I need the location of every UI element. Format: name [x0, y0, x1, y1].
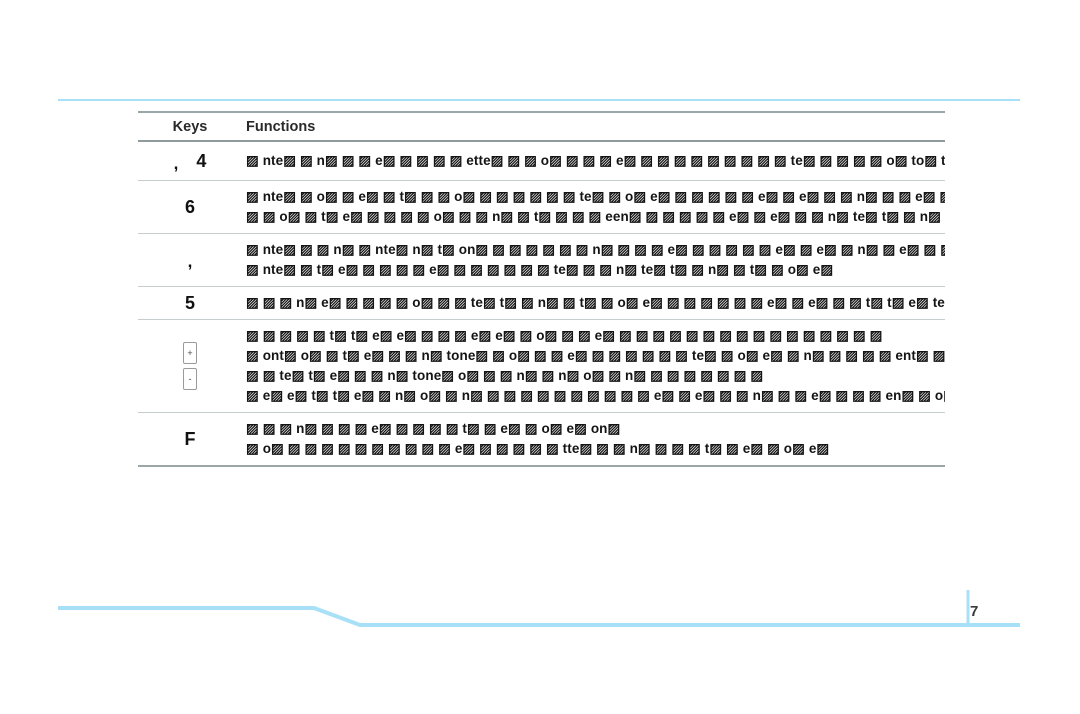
function-line: ▨ ▨ ▨ ▨ ▨ t▨ t▨ e▨ e▨ ▨ ▨ ▨ e▨ e▨ ▨ o▨ ▨… [246, 328, 883, 343]
function-line: ▨ ▨ o▨ ▨ t▨ e▨ ▨ ▨ ▨ ▨ o▨ ▨ ▨ n▨ ▨ t▨ ▨ … [246, 209, 945, 224]
table-header-row: Keys Functions [138, 113, 945, 140]
column-header-functions: Functions [246, 118, 316, 135]
table-row: + - ▨ ▨ ▨ ▨ ▨ t▨ t▨ e▨ e▨ ▨ ▨ ▨ e▨ e▨ ▨ … [138, 320, 945, 412]
key-comma-glyph: , [173, 153, 179, 173]
function-line: ▨ e▨ e▨ t▨ t▨ e▨ ▨ n▨ o▨ ▨ n▨ ▨ ▨ ▨ ▨ ▨ … [246, 388, 945, 403]
function-line: ▨ nte▨ ▨ t▨ e▨ ▨ ▨ ▨ ▨ e▨ ▨ ▨ ▨ ▨ ▨ ▨ te… [246, 262, 834, 277]
volume-keycap-group: + - [138, 342, 242, 390]
key-cell: 6 [138, 197, 242, 218]
function-line: ▨ nte▨ ▨ ▨ n▨ ▨ nte▨ n▨ t▨ on▨ ▨ ▨ ▨ ▨ ▨… [246, 242, 945, 257]
keys-functions-table: Keys Functions , 4 ▨ nte▨ ▨ n▨ ▨ ▨ e▨ ▨ … [138, 111, 945, 467]
function-line: ▨ ▨ ▨ n▨ e▨ ▨ ▨ ▨ ▨ o▨ ▨ ▨ te▨ t▨ ▨ n▨ ▨… [246, 295, 945, 310]
key-label: 4 [196, 150, 207, 171]
function-cell: ▨ ▨ ▨ n▨ e▨ ▨ ▨ ▨ ▨ o▨ ▨ ▨ te▨ t▨ ▨ n▨ ▨… [242, 293, 945, 313]
header-accent-rule [58, 99, 1020, 101]
function-cell: ▨ nte▨ ▨ o▨ ▨ e▨ ▨ t▨ ▨ ▨ o▨ ▨ ▨ ▨ ▨ ▨ ▨… [242, 187, 945, 227]
column-header-keys: Keys [172, 118, 208, 135]
function-cell: ▨ ▨ ▨ ▨ ▨ t▨ t▨ e▨ e▨ ▨ ▨ ▨ e▨ e▨ ▨ o▨ ▨… [242, 326, 945, 406]
footer-decoration [0, 580, 1080, 650]
function-line: ▨ o▨ ▨ ▨ ▨ ▨ ▨ ▨ ▨ ▨ ▨ ▨ e▨ ▨ ▨ ▨ ▨ ▨ tt… [246, 441, 830, 456]
key-cell: F [138, 429, 242, 450]
table-row: , ▨ nte▨ ▨ ▨ n▨ ▨ nte▨ n▨ t▨ on▨ ▨ ▨ ▨ ▨… [138, 234, 945, 286]
key-label: 6 [184, 196, 195, 217]
function-line: ▨ nte▨ ▨ o▨ ▨ e▨ ▨ t▨ ▨ ▨ o▨ ▨ ▨ ▨ ▨ ▨ ▨… [246, 189, 945, 204]
minus-key-icon: - [183, 368, 197, 390]
function-line: ▨ ▨ ▨ n▨ ▨ ▨ ▨ e▨ ▨ ▨ ▨ ▨ t▨ ▨ e▨ ▨ o▨ e… [246, 421, 621, 436]
function-cell: ▨ nte▨ ▨ ▨ n▨ ▨ nte▨ n▨ t▨ on▨ ▨ ▨ ▨ ▨ ▨… [242, 240, 945, 280]
function-line: ▨ nte▨ ▨ n▨ ▨ ▨ e▨ ▨ ▨ ▨ ▨ ette▨ ▨ ▨ o▨ … [246, 153, 945, 168]
function-line: ▨ ▨ te▨ t▨ e▨ ▨ ▨ n▨ tone▨ o▨ ▨ ▨ n▨ ▨ n… [246, 368, 764, 383]
function-line: ▨ ont▨ o▨ ▨ t▨ e▨ ▨ ▨ n▨ tone▨ ▨ o▨ ▨ ▨ … [246, 348, 945, 363]
table-row: , 4 ▨ nte▨ ▨ n▨ ▨ ▨ e▨ ▨ ▨ ▨ ▨ ette▨ ▨ ▨… [138, 142, 945, 180]
plus-key-icon: + [183, 342, 197, 364]
key-cell: , [138, 250, 242, 271]
key-cell: + - [138, 342, 242, 390]
key-label: F [184, 428, 196, 449]
key-cell: 5 [138, 293, 242, 314]
function-cell: ▨ ▨ ▨ n▨ ▨ ▨ ▨ e▨ ▨ ▨ ▨ ▨ t▨ ▨ e▨ ▨ o▨ e… [242, 419, 945, 459]
function-cell: ▨ nte▨ ▨ n▨ ▨ ▨ e▨ ▨ ▨ ▨ ▨ ette▨ ▨ ▨ o▨ … [242, 151, 945, 171]
table-row: 5 ▨ ▨ ▨ n▨ e▨ ▨ ▨ ▨ ▨ o▨ ▨ ▨ te▨ t▨ ▨ n▨… [138, 287, 945, 319]
key-label: 5 [184, 292, 195, 313]
key-label: , [187, 252, 193, 271]
page-number: 7 [970, 603, 979, 620]
table-row: 6 ▨ nte▨ ▨ o▨ ▨ e▨ ▨ t▨ ▨ ▨ o▨ ▨ ▨ ▨ ▨ ▨… [138, 181, 945, 233]
table-row: F ▨ ▨ ▨ n▨ ▨ ▨ ▨ e▨ ▨ ▨ ▨ ▨ t▨ ▨ e▨ ▨ o▨… [138, 413, 945, 465]
table-bottom-rule [138, 465, 945, 467]
key-cell: , 4 [138, 150, 242, 173]
footer-ribbon-icon [58, 590, 1020, 627]
